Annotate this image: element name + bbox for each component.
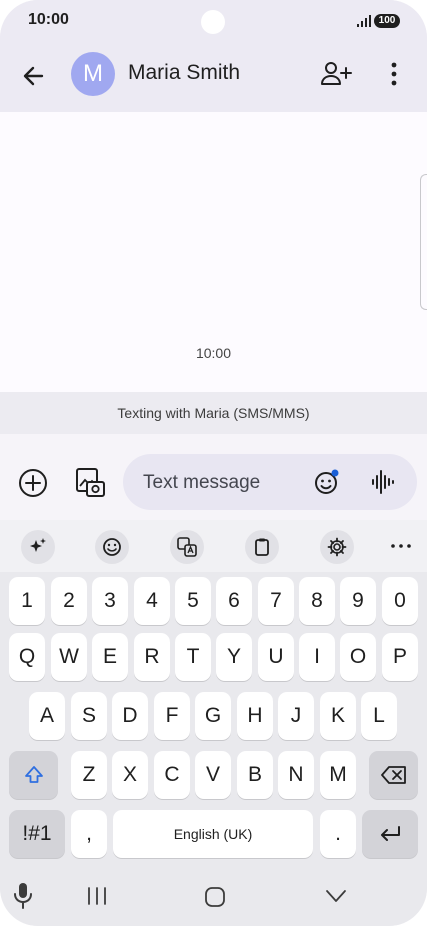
key-0[interactable]: 0 [382, 577, 418, 625]
key-i[interactable]: I [299, 633, 335, 681]
add-attachment-icon[interactable] [16, 466, 50, 500]
emoji-icon[interactable] [313, 468, 341, 496]
nav-back-chevron-icon[interactable] [325, 888, 347, 904]
clipboard-button[interactable] [245, 530, 279, 564]
shift-key[interactable] [9, 751, 58, 799]
key-6[interactable]: 6 [216, 577, 252, 625]
key-f[interactable]: F [154, 692, 190, 740]
key-t[interactable]: T [175, 633, 211, 681]
key-q[interactable]: Q [9, 633, 45, 681]
key-7[interactable]: 7 [258, 577, 294, 625]
key-e[interactable]: E [92, 633, 128, 681]
shift-arrow-icon [24, 766, 43, 783]
back-arrow-icon[interactable] [18, 60, 50, 92]
key-v[interactable]: V [195, 751, 231, 799]
smiley-icon [103, 538, 121, 556]
front-camera [201, 10, 225, 34]
battery-icon: 100 [374, 14, 400, 28]
key-s[interactable]: S [71, 692, 107, 740]
key-l[interactable]: L [361, 692, 397, 740]
gear-icon [327, 537, 347, 557]
key-h[interactable]: H [237, 692, 273, 740]
enter-return-icon [381, 826, 400, 841]
key-o[interactable]: O [340, 633, 376, 681]
key-m[interactable]: M [320, 751, 356, 799]
add-person-icon[interactable] [320, 60, 352, 88]
contact-avatar[interactable]: M [71, 52, 115, 96]
signal-icon [357, 15, 371, 27]
key-x[interactable]: X [112, 751, 148, 799]
gallery-camera-icon[interactable] [73, 466, 107, 500]
key-j[interactable]: J [278, 692, 314, 740]
phone-screen: 10:00 100 M Maria Smith 10:00 Texting wi… [0, 0, 427, 926]
backspace-key[interactable] [369, 751, 418, 799]
voice-waveform-icon[interactable] [371, 468, 395, 496]
recent-apps-icon[interactable] [86, 886, 108, 906]
home-icon[interactable] [204, 886, 226, 908]
contact-name[interactable]: Maria Smith [128, 61, 240, 85]
period-key[interactable]: . [320, 810, 356, 858]
key-g[interactable]: G [195, 692, 231, 740]
system-navigation-bar [0, 862, 427, 926]
key-z[interactable]: Z [71, 751, 107, 799]
key-9[interactable]: 9 [340, 577, 376, 625]
message-input-container [123, 454, 417, 512]
clipboard-icon [255, 538, 269, 556]
key-4[interactable]: 4 [134, 577, 170, 625]
keyboard-toolbar [0, 520, 427, 572]
space-key[interactable]: English (UK) [113, 810, 313, 858]
sms-info-banner: Texting with Maria (SMS/MMS) [0, 392, 427, 434]
message-input[interactable] [141, 454, 305, 512]
key-c[interactable]: C [154, 751, 190, 799]
key-r[interactable]: R [134, 633, 170, 681]
key-b[interactable]: B [237, 751, 273, 799]
key-8[interactable]: 8 [299, 577, 335, 625]
message-list: 10:00 [0, 112, 427, 392]
key-5[interactable]: 5 [175, 577, 211, 625]
keyboard-settings-button[interactable] [320, 530, 354, 564]
translate-icon [177, 537, 197, 557]
key-a[interactable]: A [29, 692, 65, 740]
sparkle-icon [30, 538, 46, 552]
backspace-icon [380, 766, 406, 784]
comma-key[interactable]: , [71, 810, 107, 858]
message-timestamp: 10:00 [195, 345, 232, 361]
status-bar: 10:00 100 [0, 0, 427, 44]
compose-bar [0, 434, 427, 520]
key-2[interactable]: 2 [51, 577, 87, 625]
key-1[interactable]: 1 [9, 577, 45, 625]
emoji-panel-button[interactable] [95, 530, 129, 564]
conversation-header: M Maria Smith [0, 44, 427, 112]
status-time: 10:00 [28, 11, 69, 28]
more-options-icon[interactable] [382, 60, 406, 88]
key-u[interactable]: U [258, 633, 294, 681]
scrollbar[interactable] [420, 174, 427, 310]
key-n[interactable]: N [278, 751, 314, 799]
ai-sparkle-button[interactable] [21, 530, 55, 564]
keyboard: 1 2 3 4 5 6 7 8 9 0 Q W E R T Y U I O P … [0, 572, 427, 862]
symbols-key[interactable]: !#1 [9, 810, 65, 858]
enter-key[interactable] [362, 810, 418, 858]
translate-button[interactable] [170, 530, 204, 564]
key-p[interactable]: P [382, 633, 418, 681]
key-y[interactable]: Y [216, 633, 252, 681]
key-d[interactable]: D [112, 692, 148, 740]
microphone-icon[interactable] [13, 882, 33, 910]
key-w[interactable]: W [51, 633, 87, 681]
key-k[interactable]: K [320, 692, 356, 740]
key-3[interactable]: 3 [92, 577, 128, 625]
toolbar-more-icon[interactable] [388, 536, 414, 556]
